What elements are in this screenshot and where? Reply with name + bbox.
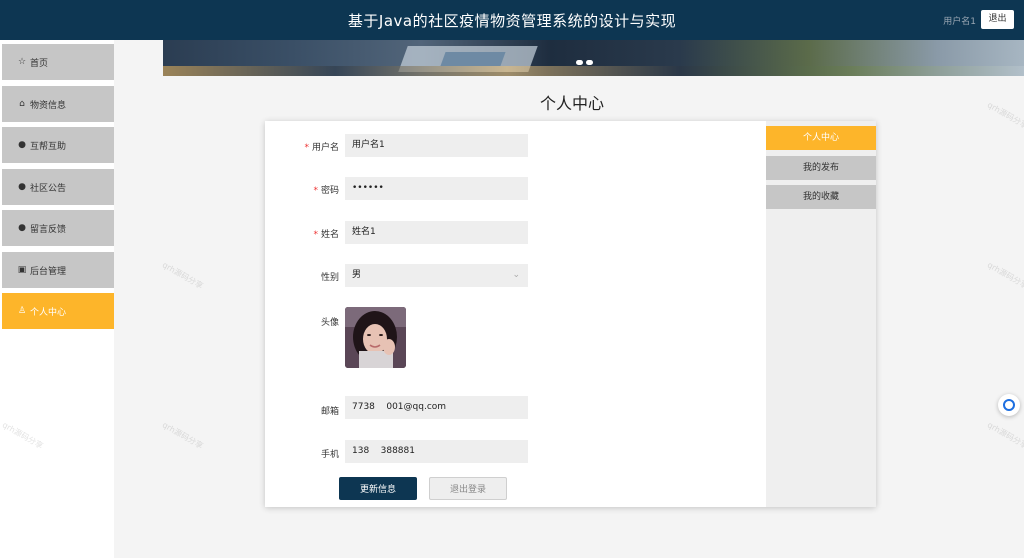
watermark: qrh源码分享 [160,420,205,451]
email-input[interactable] [345,396,528,419]
username-label: * 用户名 [304,143,339,153]
watermark: qrh源码分享 [985,420,1024,451]
sidebar-item-label: 后台管理 [30,266,67,277]
sidebar-item-announcements[interactable]: ● 社区公告 [2,169,114,205]
sidebar-item-label: 社区公告 [30,183,67,194]
required-marker: * [313,186,318,196]
update-info-button[interactable]: 更新信息 [339,477,417,500]
logout-button[interactable]: 退出 [981,10,1014,29]
avatar-portrait [345,307,406,368]
avatar-image[interactable] [345,307,406,368]
tab-my-favorites[interactable]: 我的收藏 [766,185,876,209]
banner-carousel[interactable] [163,40,1024,76]
sidebar-item-admin[interactable]: ▣ 后台管理 [2,252,114,288]
sidebar: ☆ 首页 ⌂ 物资信息 ● 互帮互助 ● 社区公告 ● 留言反馈 ▣ 后台管理 … [0,40,114,558]
star-icon: ☆ [17,57,27,67]
current-username: 用户名1 [943,17,976,27]
password-label: * 密码 [313,186,339,196]
chevron-down-icon: ⌄ [512,270,520,280]
top-bar: 基于Java的社区疫情物资管理系统的设计与实现 用户名1 退出 [0,0,1024,40]
avatar-label: 头像 [320,318,339,328]
carousel-dots [576,60,593,65]
watermark: qrh源码分享 [160,260,205,291]
tab-profile[interactable]: 个人中心 [766,126,876,150]
sidebar-item-label: 留言反馈 [30,224,67,235]
phone-label: 手机 [320,450,339,460]
logout-account-button[interactable]: 退出登录 [429,477,507,500]
watermark: qrh源码分享 [985,260,1024,291]
tab-my-posts[interactable]: 我的发布 [766,156,876,180]
info-circle-icon: ● [18,223,26,233]
sidebar-item-label: 首页 [30,58,49,69]
carousel-dot[interactable] [576,60,583,65]
banner-building [440,52,506,66]
name-input[interactable] [345,221,528,244]
gender-label: 性别 [320,273,339,283]
floating-assistant-button[interactable] [998,394,1020,416]
site-title: 基于Java的社区疫情物资管理系统的设计与实现 [347,12,677,30]
user-icon: ♙ [17,306,27,316]
profile-card: *用户名 *密码 *姓名 性别 男 ⌄ 头像 邮箱 手机 更新信息 退出登录 个… [265,121,876,507]
required-marker: * [313,230,318,240]
assistant-icon [1003,399,1015,411]
page-title: 个人中心 [539,94,604,113]
info-circle-icon: ● [18,140,26,150]
password-input[interactable] [345,177,528,200]
calendar-icon: ▣ [17,265,27,275]
email-label: 邮箱 [320,407,339,417]
gender-select[interactable]: 男 ⌄ [345,264,528,287]
carousel-dot[interactable] [586,60,593,65]
sidebar-item-feedback[interactable]: ● 留言反馈 [2,210,114,246]
sidebar-item-label: 互帮互助 [30,141,67,152]
phone-input[interactable] [345,440,528,463]
profile-side-panel: 个人中心 我的发布 我的收藏 [766,121,876,507]
required-marker: * [304,143,309,153]
question-circle-icon: ● [18,182,26,192]
gender-value: 男 [352,270,362,280]
username-input[interactable] [345,134,528,157]
banner-city-lights [163,66,1024,76]
sidebar-item-home[interactable]: ☆ 首页 [2,44,114,80]
name-label: * 姓名 [313,230,339,240]
sidebar-item-label: 个人中心 [30,307,67,318]
sidebar-item-profile[interactable]: ♙ 个人中心 [2,293,114,329]
sidebar-item-mutual-aid[interactable]: ● 互帮互助 [2,127,114,163]
